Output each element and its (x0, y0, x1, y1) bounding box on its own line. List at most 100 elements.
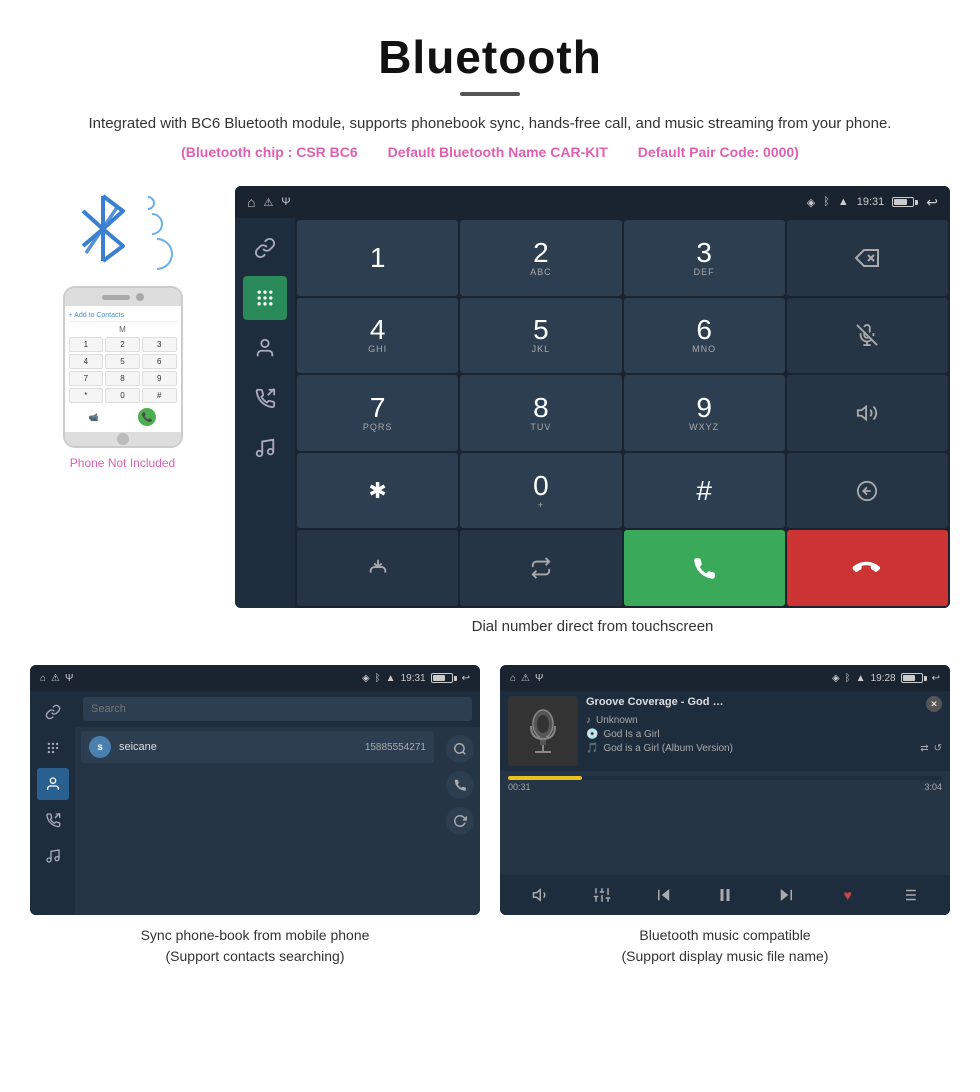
music-back-icon: ↩ (932, 673, 940, 684)
search-input[interactable] (83, 697, 472, 721)
phonebook-caption: Sync phone-book from mobile phone (Suppo… (30, 925, 480, 967)
music-close-button[interactable]: ✕ (926, 696, 942, 712)
music-info: Groove Coverage - God Is A Gir... ✕ ♪ Un… (586, 696, 942, 754)
contacts-list: s seicane 15885554271 (75, 727, 440, 915)
title-underline (460, 92, 520, 96)
phone-key-3[interactable]: 3 (142, 337, 177, 352)
dial-key-0[interactable]: 0+ (460, 453, 621, 529)
dial-key-3[interactable]: 3DEF (624, 220, 785, 296)
pb-back-icon: ↩ (462, 673, 470, 684)
phone-key-7[interactable]: 7 (69, 371, 104, 386)
clock-display: 19:31 (857, 196, 885, 208)
dial-key-star[interactable]: ✱ (297, 453, 458, 529)
phone-key-8[interactable]: 8 (105, 371, 140, 386)
phone-key-9[interactable]: 9 (142, 371, 177, 386)
dial-key-volume[interactable] (787, 375, 948, 451)
next-button[interactable] (772, 881, 800, 909)
spec-bluetooth-chip: (Bluetooth chip : CSR BC6 (181, 144, 358, 160)
dial-key-dtmf[interactable] (460, 530, 621, 606)
dial-key-7[interactable]: 7PQRS (297, 375, 458, 451)
progress-bar[interactable] (508, 776, 942, 780)
dial-key-call-red[interactable] (787, 530, 948, 606)
status-left: ⌂ ⚠ Ψ (247, 194, 291, 210)
wave-medium-icon (136, 208, 167, 239)
music-warn-icon: ⚠ (521, 673, 530, 684)
phone-key-star[interactable]: * (69, 388, 104, 403)
progress-bar-fill (508, 776, 582, 780)
phone-key-2[interactable]: 2 (105, 337, 140, 352)
wave-large-icon (134, 231, 179, 276)
pb-status-left: ⌂ ⚠ Ψ (40, 673, 73, 684)
phonebook-screen: ⌂ ⚠ Ψ ◈ ᛒ ▲ 19:31 ↩ (30, 665, 480, 915)
phonebook-card: ⌂ ⚠ Ψ ◈ ᛒ ▲ 19:31 ↩ (30, 665, 480, 967)
sidebar-music-icon[interactable] (243, 426, 287, 470)
music-card: ⌂ ⚠ Ψ ◈ ᛒ ▲ 19:28 ↩ (500, 665, 950, 967)
play-pause-button[interactable] (711, 881, 739, 909)
phone-call-button[interactable]: 📞 (138, 408, 156, 426)
dial-key-backspace[interactable] (787, 220, 948, 296)
specs-row: (Bluetooth chip : CSR BC6 Default Blueto… (40, 144, 940, 160)
dial-key-hash[interactable]: # (624, 453, 785, 529)
bottom-row: ⌂ ⚠ Ψ ◈ ᛒ ▲ 19:31 ↩ (0, 655, 980, 977)
progress-total: 3:04 (924, 782, 942, 792)
pb-bt-icon: ᛒ (375, 673, 381, 684)
dial-key-8[interactable]: 8TUV (460, 375, 621, 451)
phone-number-display: M (69, 325, 177, 334)
back-icon: ↩ (926, 194, 938, 211)
sidebar-dialpad-icon[interactable] (243, 276, 287, 320)
phone-key-5[interactable]: 5 (105, 354, 140, 369)
phone-key-0[interactable]: 0 (105, 388, 140, 403)
phonebook-sidebar (30, 691, 75, 915)
music-home-icon: ⌂ (510, 673, 516, 684)
music-caption: Bluetooth music compatible (Support disp… (500, 925, 950, 967)
contact-row[interactable]: s seicane 15885554271 (81, 731, 434, 763)
pb-wifi-icon: ▲ (386, 673, 396, 684)
phone-key-6[interactable]: 6 (142, 354, 177, 369)
pb-search-button[interactable] (446, 735, 474, 763)
phone-camera (136, 293, 144, 301)
dial-key-1[interactable]: 1 (297, 220, 458, 296)
music-track-icon: 🎵 (586, 743, 598, 754)
dial-key-5[interactable]: 5JKL (460, 298, 621, 374)
phone-frame: + Add to Contacts M 1 2 3 4 5 6 7 8 9 * … (63, 286, 183, 448)
phone-key-4[interactable]: 4 (69, 354, 104, 369)
dial-key-swap[interactable] (787, 453, 948, 529)
phone-add-contact-label: + Add to Contacts (69, 310, 177, 322)
sidebar-calllog-icon[interactable] (243, 376, 287, 420)
volume-button[interactable] (527, 881, 555, 909)
music-artist-icon: ♪ (586, 715, 591, 726)
dial-key-4[interactable]: 4GHI (297, 298, 458, 374)
music-time: 19:28 (871, 673, 896, 684)
phone-key-hash[interactable]: # (142, 388, 177, 403)
pb-calllog-icon[interactable] (37, 804, 69, 836)
sidebar-contacts-icon[interactable] (243, 326, 287, 370)
phone-not-included-label: Phone Not Included (70, 456, 175, 470)
pb-dialpad-icon[interactable] (37, 732, 69, 764)
pb-music-icon[interactable] (37, 840, 69, 872)
music-track: God is a Girl (Album Version) (603, 743, 733, 754)
dial-key-mute[interactable] (787, 298, 948, 374)
wifi-icon: ▲ (838, 196, 849, 208)
pb-warn-icon: ⚠ (51, 673, 60, 684)
signal-waves (141, 186, 173, 270)
pb-refresh-button[interactable] (446, 807, 474, 835)
pb-call-button[interactable] (446, 771, 474, 799)
dial-key-call-green[interactable] (624, 530, 785, 606)
prev-button[interactable] (650, 881, 678, 909)
contact-phone: 15885554271 (365, 742, 426, 753)
heart-button[interactable]: ♥ (834, 881, 862, 909)
dial-key-2[interactable]: 2ABC (460, 220, 621, 296)
equalizer-button[interactable] (588, 881, 616, 909)
music-top-bar: Groove Coverage - God Is A Gir... ✕ ♪ Un… (500, 691, 950, 771)
music-artist: Unknown (596, 715, 638, 726)
phone-home-button[interactable] (117, 433, 129, 445)
dial-key-9[interactable]: 9WXYZ (624, 375, 785, 451)
dialer-sidebar (235, 218, 295, 608)
dial-key-merge[interactable] (297, 530, 458, 606)
dial-key-6[interactable]: 6MNO (624, 298, 785, 374)
pb-link-icon[interactable] (37, 696, 69, 728)
phone-key-1[interactable]: 1 (69, 337, 104, 352)
pb-contacts-icon[interactable] (37, 768, 69, 800)
sidebar-link-icon[interactable] (243, 226, 287, 270)
playlist-button[interactable] (895, 881, 923, 909)
